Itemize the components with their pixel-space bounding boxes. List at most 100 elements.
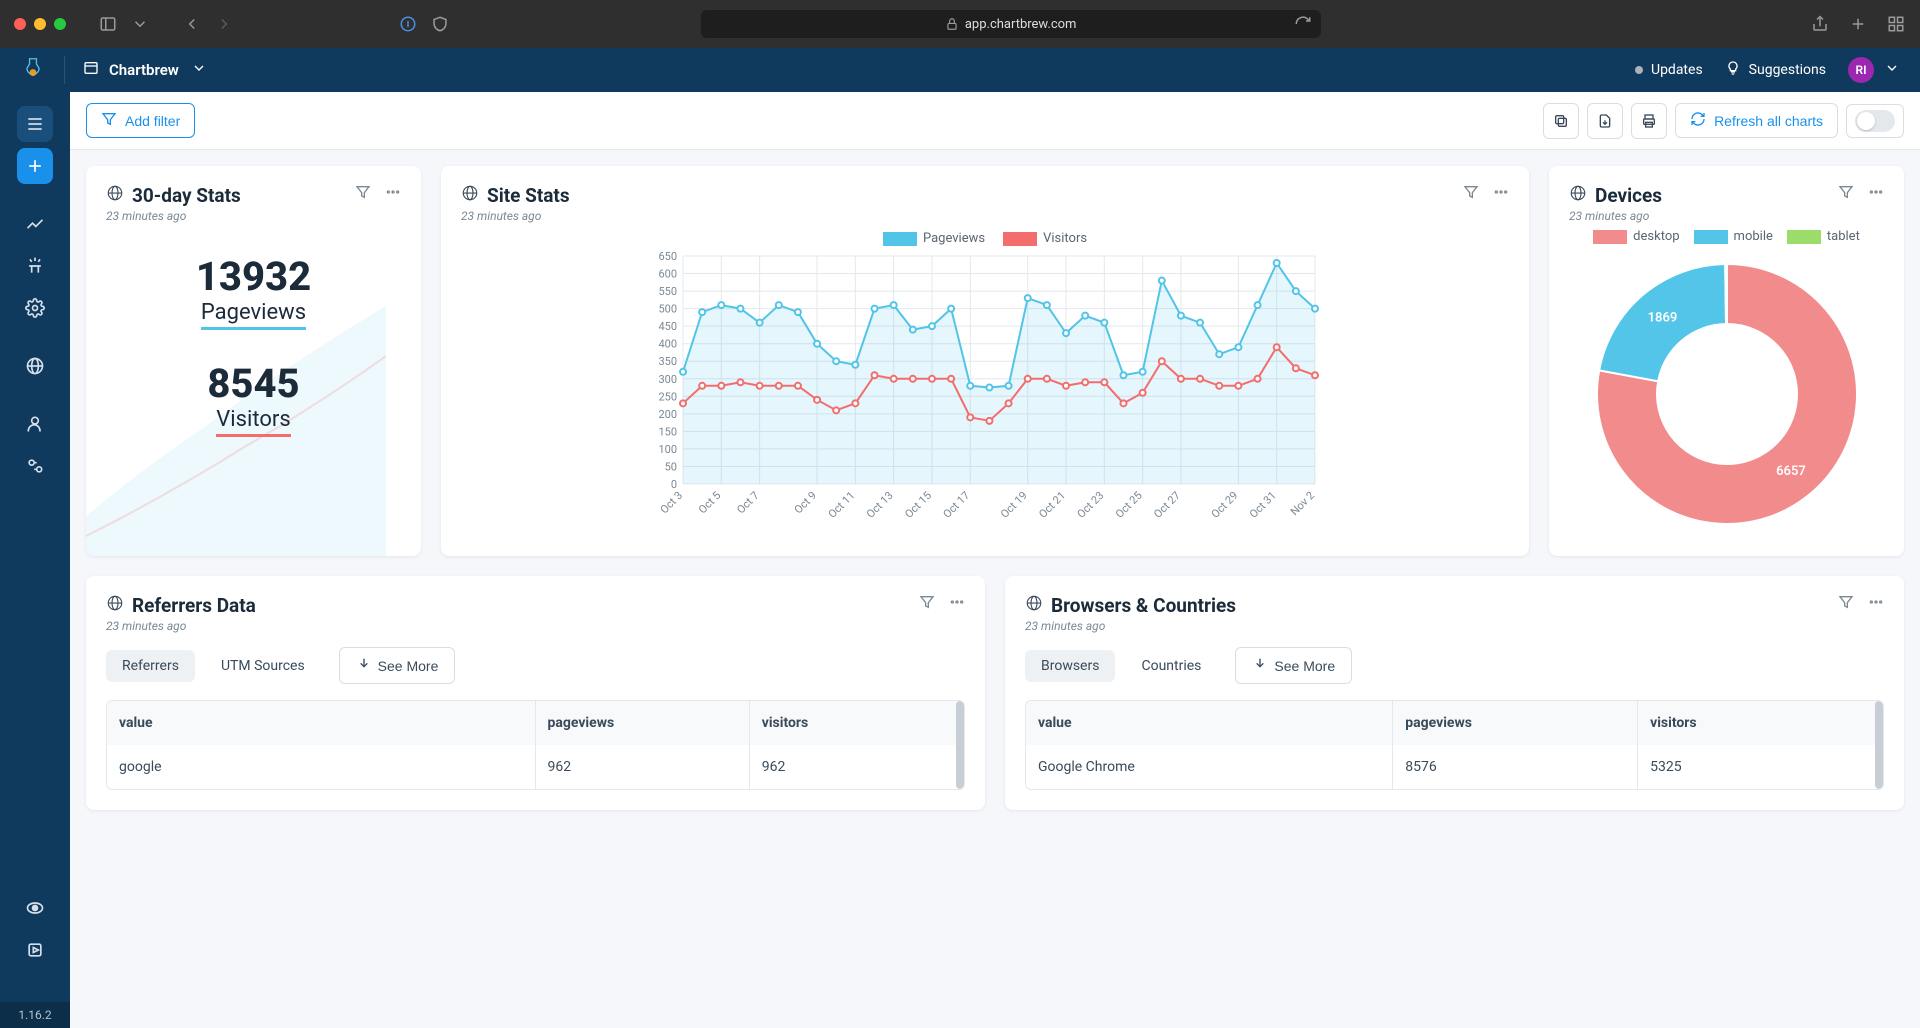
table-row: google 962 962 bbox=[107, 745, 964, 789]
sidebar-item-dashboards[interactable] bbox=[17, 106, 53, 142]
card-devices: Devices 23 minutes ago desktop mobile ta… bbox=[1549, 166, 1904, 556]
url-text: app.chartbrew.com bbox=[965, 17, 1077, 32]
layout-icon bbox=[83, 60, 99, 80]
shield-icon[interactable] bbox=[430, 14, 450, 34]
svg-text:Oct 31: Oct 31 bbox=[1247, 489, 1279, 521]
sidebar-item-connections[interactable] bbox=[17, 248, 53, 284]
suggestions-button[interactable]: Suggestions bbox=[1725, 60, 1826, 80]
forward-icon bbox=[214, 14, 234, 34]
svg-text:1869: 1869 bbox=[1647, 311, 1677, 326]
browsers-table: value pageviews visitors Google Chrome 8… bbox=[1025, 700, 1884, 790]
chart-legend: Pageviews Visitors bbox=[461, 231, 1509, 246]
sidebar-item-charts[interactable] bbox=[17, 206, 53, 242]
globe-icon bbox=[461, 184, 479, 207]
print-button[interactable] bbox=[1631, 103, 1667, 139]
filter-icon bbox=[101, 111, 117, 130]
svg-text:550: 550 bbox=[658, 285, 677, 298]
refresh-icon bbox=[1690, 111, 1706, 130]
back-icon[interactable] bbox=[182, 14, 202, 34]
kpi-visitors: 8545 Visitors bbox=[207, 360, 299, 437]
card-filter-button[interactable] bbox=[355, 184, 371, 204]
table-row: Google Chrome 8576 5325 bbox=[1026, 745, 1883, 789]
card-more-button[interactable] bbox=[1868, 594, 1884, 614]
tab-countries[interactable]: Countries bbox=[1125, 650, 1217, 682]
svg-text:300: 300 bbox=[658, 373, 677, 386]
card-referrers: Referrers Data 23 minutes ago Referrers bbox=[86, 576, 985, 810]
svg-text:Oct 27: Oct 27 bbox=[1151, 489, 1183, 521]
chevron-down-icon[interactable] bbox=[130, 14, 150, 34]
globe-icon bbox=[1569, 184, 1587, 207]
sidebar: 1.16.2 bbox=[0, 92, 70, 1028]
close-window-icon[interactable] bbox=[14, 18, 26, 30]
address-bar[interactable]: app.chartbrew.com bbox=[701, 10, 1321, 38]
tab-overview-icon[interactable] bbox=[1886, 14, 1906, 34]
card-more-button[interactable] bbox=[949, 594, 965, 614]
sidebar-item-public[interactable] bbox=[17, 348, 53, 384]
globe-icon bbox=[106, 594, 124, 617]
add-filter-button[interactable]: Add filter bbox=[86, 103, 195, 138]
share-icon[interactable] bbox=[1810, 14, 1830, 34]
svg-text:Oct 25: Oct 25 bbox=[1113, 489, 1145, 521]
tab-utm-sources[interactable]: UTM Sources bbox=[205, 650, 321, 682]
sidebar-item-settings[interactable] bbox=[17, 290, 53, 326]
svg-text:Oct 5: Oct 5 bbox=[696, 489, 723, 516]
referrers-table: value pageviews visitors google 962 962 bbox=[106, 700, 965, 790]
card-30day-stats: 30-day Stats 23 minutes ago bbox=[86, 166, 421, 556]
card-filter-button[interactable] bbox=[1838, 184, 1854, 204]
refresh-all-button[interactable]: Refresh all charts bbox=[1675, 103, 1838, 138]
svg-text:Oct 9: Oct 9 bbox=[792, 489, 819, 516]
devices-legend: desktop mobile tablet bbox=[1569, 229, 1884, 244]
card-filter-button[interactable] bbox=[919, 594, 935, 614]
new-tab-icon[interactable] bbox=[1848, 14, 1868, 34]
sidebar-item-add[interactable] bbox=[17, 148, 53, 184]
export-button[interactable] bbox=[1587, 103, 1623, 139]
scrollbar[interactable] bbox=[956, 701, 964, 789]
card-more-button[interactable] bbox=[1493, 184, 1509, 204]
maximize-window-icon[interactable] bbox=[54, 18, 66, 30]
dot-badge-icon bbox=[1635, 66, 1643, 74]
tab-referrers[interactable]: Referrers bbox=[106, 650, 195, 682]
card-filter-button[interactable] bbox=[1838, 594, 1854, 614]
see-more-button[interactable]: See More bbox=[1235, 647, 1352, 684]
see-more-button[interactable]: See More bbox=[339, 647, 456, 684]
svg-text:100: 100 bbox=[658, 443, 677, 456]
user-menu[interactable]: RI bbox=[1848, 57, 1900, 83]
sidebar-item-members[interactable] bbox=[17, 406, 53, 442]
svg-text:Oct 11: Oct 11 bbox=[826, 489, 858, 521]
dashboard-toolbar: Add filter Refresh all charts bbox=[70, 92, 1920, 150]
tab-browsers[interactable]: Browsers bbox=[1025, 650, 1115, 682]
svg-text:Nov 2: Nov 2 bbox=[1288, 489, 1317, 518]
svg-text:Oct 15: Oct 15 bbox=[902, 489, 934, 521]
devices-donut-chart: 6657 1869 bbox=[1587, 254, 1867, 534]
globe-icon bbox=[1025, 594, 1043, 617]
card-filter-button[interactable] bbox=[1463, 184, 1479, 204]
minimize-window-icon[interactable] bbox=[34, 18, 46, 30]
svg-text:0: 0 bbox=[671, 478, 677, 491]
svg-text:400: 400 bbox=[658, 338, 677, 351]
svg-text:6657: 6657 bbox=[1776, 464, 1806, 479]
sidebar-item-help[interactable] bbox=[17, 932, 53, 968]
copy-button[interactable] bbox=[1543, 103, 1579, 139]
sidebar-item-team-settings[interactable] bbox=[17, 448, 53, 484]
lock-icon bbox=[945, 17, 959, 31]
lightbulb-icon bbox=[1725, 60, 1741, 80]
auto-refresh-toggle[interactable] bbox=[1846, 104, 1904, 138]
globe-icon bbox=[106, 184, 124, 207]
scrollbar[interactable] bbox=[1875, 701, 1883, 789]
card-more-button[interactable] bbox=[1868, 184, 1884, 204]
extension-1password-icon[interactable] bbox=[398, 14, 418, 34]
sidebar-item-theme[interactable] bbox=[17, 890, 53, 926]
team-selector[interactable]: Chartbrew bbox=[83, 60, 207, 80]
browser-chrome: app.chartbrew.com bbox=[0, 0, 1920, 48]
svg-text:200: 200 bbox=[658, 408, 677, 421]
svg-text:600: 600 bbox=[658, 268, 677, 281]
svg-text:150: 150 bbox=[658, 425, 677, 438]
card-more-button[interactable] bbox=[385, 184, 401, 204]
chevron-down-icon bbox=[1884, 60, 1900, 80]
svg-text:50: 50 bbox=[665, 460, 677, 473]
reload-icon[interactable] bbox=[1293, 14, 1313, 34]
download-icon bbox=[356, 656, 372, 675]
updates-button[interactable]: Updates bbox=[1635, 62, 1703, 78]
app-logo[interactable] bbox=[20, 57, 46, 83]
sidebar-toggle-icon[interactable] bbox=[98, 14, 118, 34]
